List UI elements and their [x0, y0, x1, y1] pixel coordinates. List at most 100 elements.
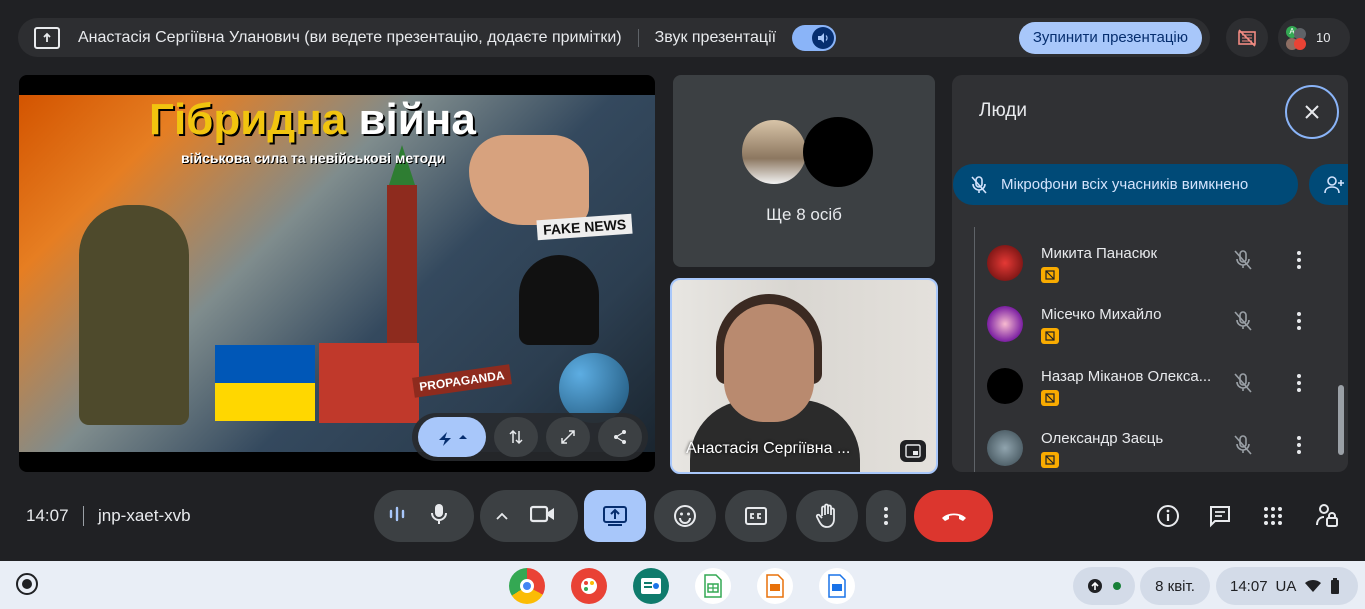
- chat-button[interactable]: [1206, 502, 1234, 530]
- fullscreen-button[interactable]: [546, 417, 590, 457]
- participant-name: Місечко Михайло: [1041, 306, 1162, 323]
- share-button[interactable]: [598, 417, 642, 457]
- classroom-app-icon[interactable]: [633, 568, 669, 604]
- pip-icon: [905, 444, 921, 458]
- shelf-date: 8 квіт.: [1155, 577, 1195, 595]
- banner-divider: [637, 28, 639, 47]
- picture-in-picture-button[interactable]: [900, 440, 926, 462]
- status-tray-left[interactable]: [1073, 567, 1135, 605]
- more-options-icon[interactable]: [1289, 432, 1309, 458]
- captions-button[interactable]: [725, 490, 787, 542]
- people-panel-title: Люди: [979, 100, 1028, 121]
- more-options-icon[interactable]: [1289, 247, 1309, 273]
- stop-presenting-button[interactable]: Зупинити презентацію: [1018, 21, 1202, 54]
- mic-off-icon[interactable]: [1230, 432, 1256, 458]
- people-list-scrollbar[interactable]: [1338, 385, 1344, 455]
- host-controls-button[interactable]: [1313, 502, 1341, 530]
- no-frame-icon: [1238, 28, 1256, 47]
- launcher-button[interactable]: [16, 573, 38, 595]
- hang-up-icon: [941, 513, 966, 521]
- info-icon: [1157, 505, 1179, 527]
- participants-list: Микита Панасюк Місечко Михайло Назар Мік…: [974, 227, 1330, 472]
- chat-icon: [1210, 506, 1230, 528]
- hand-figure: [469, 135, 589, 225]
- reactions-style-button[interactable]: [418, 417, 486, 457]
- video-camera-icon: [529, 505, 554, 522]
- swap-vertical-icon: [509, 429, 523, 445]
- meeting-code: jnp-xaet-xvb: [98, 506, 191, 525]
- present-now-button[interactable]: [584, 490, 646, 542]
- presentation-controls: [412, 413, 648, 461]
- participant-avatar: [987, 430, 1023, 466]
- external-badge-icon: [1041, 390, 1059, 406]
- add-person-icon: [1324, 175, 1344, 193]
- participant-row[interactable]: Микита Панасюк: [987, 241, 1317, 293]
- presentation-app-icon[interactable]: [757, 568, 793, 604]
- volume-icon: [812, 26, 835, 49]
- microphone-button[interactable]: [428, 502, 450, 531]
- mic-button-group: [374, 490, 474, 542]
- participant-avatar: [987, 245, 1023, 281]
- upload-icon: [1088, 579, 1102, 593]
- mic-off-icon[interactable]: [1230, 308, 1256, 334]
- add-people-button[interactable]: [1309, 164, 1348, 205]
- others-tile[interactable]: Ще 8 осіб: [673, 75, 935, 267]
- participant-name: Олександр Заєць: [1041, 430, 1164, 447]
- lightning-icon: [439, 432, 467, 446]
- present-screen-icon: [603, 506, 627, 526]
- mic-off-icon[interactable]: [1230, 247, 1256, 273]
- self-video-face: [724, 304, 814, 422]
- recording-dot-icon: [1113, 582, 1121, 590]
- camera-options-button[interactable]: [496, 507, 508, 525]
- participant-row[interactable]: Місечко Михайло: [987, 302, 1317, 354]
- shelf-time: 14:07: [1230, 577, 1268, 595]
- system-tray[interactable]: 14:07 UA: [1216, 567, 1358, 605]
- more-options-icon[interactable]: [1289, 308, 1309, 334]
- chrome-app-icon[interactable]: [509, 568, 545, 604]
- more-options-button[interactable]: [866, 490, 906, 542]
- more-vert-icon: [884, 507, 888, 525]
- battery-icon: [1331, 578, 1340, 594]
- slide-image: Гібридна війна військова сила та невійсь…: [19, 95, 655, 452]
- emoji-reactions-button[interactable]: [654, 490, 716, 542]
- participant-avatar: [987, 306, 1023, 342]
- spreadsheet-app-icon[interactable]: [695, 568, 731, 604]
- activities-button[interactable]: [1259, 502, 1287, 530]
- presenter-text: Анастасія Сергіївна Уланович (ви ведете …: [78, 28, 622, 46]
- participant-name: Назар Міканов Олекса...: [1041, 368, 1212, 385]
- time-divider: [83, 506, 84, 526]
- all-muted-button[interactable]: Мікрофони всіх учасників вимкнено: [953, 164, 1298, 205]
- participant-avatar: [803, 117, 873, 187]
- meeting-details-button[interactable]: [1154, 502, 1182, 530]
- meeting-time: 14:07: [26, 506, 69, 525]
- expand-icon: [561, 430, 575, 444]
- participant-row[interactable]: Назар Міканов Олекса...: [987, 364, 1317, 416]
- mic-off-icon[interactable]: [1230, 370, 1256, 396]
- mini-avatars: A: [1286, 25, 1306, 50]
- presenting-banner: Анастасія Сергіївна Уланович (ви ведете …: [18, 18, 1210, 57]
- mic-off-icon: [971, 175, 987, 194]
- leave-call-button[interactable]: [914, 490, 993, 542]
- presentation-audio-toggle[interactable]: [792, 24, 837, 51]
- participants-count-button[interactable]: A 10: [1278, 18, 1350, 57]
- participant-count: 10: [1316, 30, 1331, 45]
- slide-title: Гібридна війна: [149, 95, 476, 144]
- document-app-icon[interactable]: [819, 568, 855, 604]
- date-tray[interactable]: 8 квіт.: [1140, 567, 1210, 605]
- more-options-icon[interactable]: [1289, 370, 1309, 396]
- canvas-app-icon[interactable]: [571, 568, 607, 604]
- hide-tiles-button[interactable]: [1226, 18, 1268, 57]
- host-controls-icon: [1316, 504, 1338, 527]
- participant-row[interactable]: Олександр Заєць: [987, 426, 1317, 472]
- presentation-tile[interactable]: Гібридна війна військова сила та невійсь…: [19, 75, 655, 472]
- self-video-tile[interactable]: Анастасія Сергіївна ...: [670, 278, 938, 474]
- present-screen-icon: [34, 26, 60, 49]
- close-panel-button[interactable]: [1285, 85, 1339, 139]
- emoji-icon: [674, 505, 696, 527]
- external-badge-icon: [1041, 267, 1059, 283]
- swap-tiles-button[interactable]: [494, 417, 538, 457]
- camera-button-group: [480, 490, 578, 542]
- share-icon: [614, 430, 626, 444]
- raise-hand-button[interactable]: [796, 490, 858, 542]
- camera-button[interactable]: [529, 505, 556, 528]
